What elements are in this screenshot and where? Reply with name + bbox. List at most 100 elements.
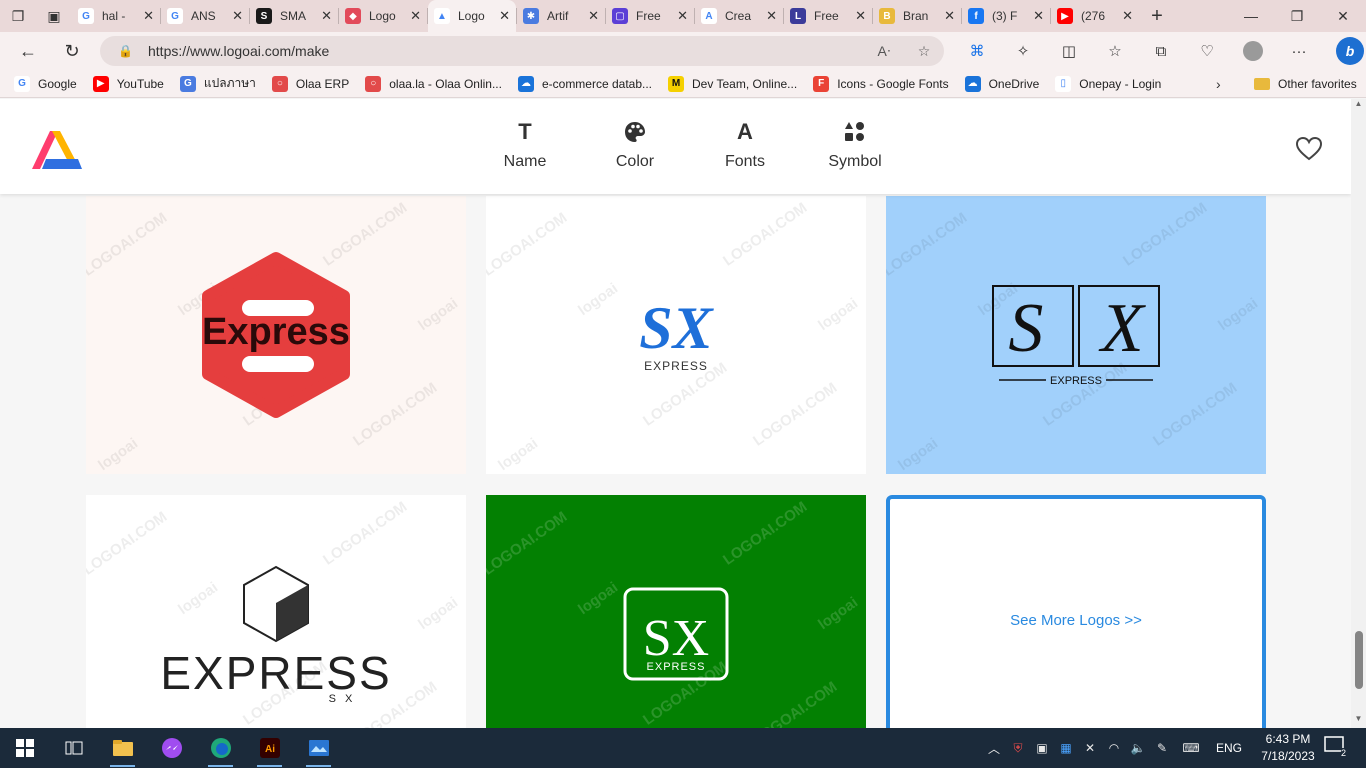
tab-11[interactable]: ▶ (276 ✕ [1051,0,1139,32]
workspaces-icon[interactable]: ❐ [0,0,36,32]
page-scrollbar[interactable]: ▲ ▼ [1351,99,1366,728]
clock[interactable]: 6:43 PM 7/18/2023 [1256,731,1320,765]
favorite-item-6[interactable]: M Dev Team, Online... [668,74,797,93]
tab-3[interactable]: ◆ Logo ✕ [339,0,427,32]
favorite-item-0[interactable]: G Google [14,74,77,93]
see-more-card[interactable]: See More Logos >> [886,495,1266,728]
profile-avatar[interactable] [1243,41,1263,61]
app-tray-icon[interactable]: ▦ [1054,741,1078,755]
close-window-button[interactable]: ✕ [1320,0,1366,32]
wifi-icon[interactable]: ◠ [1102,741,1126,755]
keyboard-icon[interactable]: ⌨ [1174,741,1208,755]
favorite-star-icon[interactable]: ☆ [904,43,944,60]
file-explorer-icon[interactable] [98,728,147,768]
tab-9[interactable]: B Bran ✕ [873,0,961,32]
tab-10[interactable]: f (3) F ✕ [962,0,1050,32]
logoai-logo[interactable] [28,123,84,173]
refresh-button[interactable]: ↻ [50,41,94,62]
camera-icon[interactable]: ▣ [1030,741,1054,755]
tab-1[interactable]: G ANS ✕ [161,0,249,32]
nav-symbol[interactable]: Symbol [800,119,910,171]
favorite-item-1[interactable]: ▶ YouTube [92,74,164,93]
favorite-item-5[interactable]: ☁ e-commerce datab... [517,74,652,93]
volume-icon[interactable]: 🔈 [1126,741,1150,755]
favorite-item-2[interactable]: G แปลภาษา [179,74,256,93]
tab-2[interactable]: S SMA ✕ [250,0,338,32]
logo-site-icon: ◆ [345,8,361,24]
close-tab-icon[interactable]: ✕ [1122,8,1133,24]
nav-color[interactable]: Color [580,119,690,171]
favorite-item-3[interactable]: ○ Olaa ERP [271,74,350,93]
close-tab-icon[interactable]: ✕ [499,8,510,24]
tab-4[interactable]: ▲ Logo ✕ [428,0,516,32]
notification-center-icon[interactable]: 2 [1322,736,1346,760]
logo-card-sx-green[interactable]: LOGOAI.COMlogoaiLOGOAI.COMlogoaiLOGOAI.C… [486,495,866,728]
logo-card-express-hexagon[interactable]: LOGOAI.COMlogoaiLOGOAI.COMlogoaiLOGOAI.C… [86,196,466,474]
tab-actions-icon[interactable]: ▣ [36,0,72,32]
lock-icon[interactable]: 🔒 [118,44,142,58]
logoai-icon: ▲ [434,8,450,24]
close-tab-icon[interactable]: ✕ [677,8,688,24]
extensions-icon[interactable]: ✧ [1000,42,1046,60]
close-tab-icon[interactable]: ✕ [232,8,243,24]
close-tab-icon[interactable]: ✕ [944,8,955,24]
heart-icon[interactable] [1296,137,1322,161]
more-menu-icon[interactable]: ··· [1276,43,1322,60]
ime-icon[interactable]: ✕ [1078,741,1102,755]
messenger-icon[interactable] [147,728,196,768]
address-bar[interactable]: 🔒 https://www.logoai.com/make Aᐧ ☆ [100,36,944,66]
bing-copilot-icon[interactable]: b [1336,37,1364,65]
close-tab-icon[interactable]: ✕ [855,8,866,24]
edge-icon[interactable] [196,728,245,768]
minimize-button[interactable]: — [1228,0,1274,32]
chevron-up-icon[interactable]: ︿ [982,740,1006,757]
task-view-icon[interactable] [49,728,98,768]
illustrator-icon[interactable]: Ai [245,728,294,768]
tab-0[interactable]: Ghal - ✕ [72,0,160,32]
nav-name[interactable]: T Name [470,119,580,171]
scroll-down-arrow-icon[interactable]: ▼ [1351,714,1366,728]
logo-card-sx-boxes[interactable]: LOGOAI.COM logoai LOGOAI.COM logoai LOGOAI.C… [886,196,1266,474]
favorite-label: Olaa ERP [295,76,350,91]
chevron-right-icon[interactable]: › [1216,76,1221,92]
tab-5[interactable]: ✱ Artif ✕ [517,0,605,32]
tab-6[interactable]: ▢ Free ✕ [606,0,694,32]
new-tab-button[interactable]: + [1139,0,1175,32]
tab-label: (276 [1081,9,1106,23]
close-tab-icon[interactable]: ✕ [143,8,154,24]
favorites-icon[interactable]: ☆ [1092,42,1138,60]
windows-start-icon[interactable] [0,728,49,768]
tab-label: ANS [191,9,216,23]
scroll-thumb[interactable] [1355,631,1363,689]
other-favorites[interactable]: Other favorites [1254,70,1357,98]
tab-8[interactable]: L Free ✕ [784,0,872,32]
split-screen-icon[interactable]: ◫ [1046,42,1092,60]
restore-button[interactable]: ❐ [1274,0,1320,32]
collections-icon[interactable]: ⧉ [1138,43,1184,60]
logo-card-sx-brush[interactable]: LOGOAI.COM logoai LOGOAI.COM logoai LOGOAI.C… [486,196,866,474]
performance-icon[interactable]: ♡ [1184,42,1230,60]
close-tab-icon[interactable]: ✕ [321,8,332,24]
shield-icon[interactable]: ⛨ [1006,741,1030,756]
favorite-item-9[interactable]: ▯ Onepay - Login [1055,74,1161,93]
facebook-icon: f [968,8,984,24]
back-button[interactable]: ← [6,41,50,62]
language-indicator[interactable]: ENG [1216,741,1242,755]
favorite-item-8[interactable]: ☁ OneDrive [964,74,1039,93]
pen-icon[interactable]: ✎ [1150,741,1174,755]
logo-card-express-cube[interactable]: LOGOAI.COMlogoaiLOGOAI.COMlogoaiLOGOAI.C… [86,495,466,728]
translate-icon[interactable]: ⌘ [954,42,1000,60]
read-aloud-icon[interactable]: Aᐧ [864,43,904,60]
see-more-link[interactable]: See More Logos >> [1010,612,1142,629]
nav-fonts[interactable]: A Fonts [690,119,800,171]
favorite-item-7[interactable]: F Icons - Google Fonts [813,74,949,93]
url-text[interactable]: https://www.logoai.com/make [148,43,864,59]
close-tab-icon[interactable]: ✕ [1033,8,1044,24]
close-tab-icon[interactable]: ✕ [410,8,421,24]
close-tab-icon[interactable]: ✕ [588,8,599,24]
photo-viewer-icon[interactable] [294,728,343,768]
scroll-up-arrow-icon[interactable]: ▲ [1351,99,1366,113]
favorite-item-4[interactable]: ○ olaa.la - Olaa Onlin... [365,74,502,93]
tab-7[interactable]: A Crea ✕ [695,0,783,32]
close-tab-icon[interactable]: ✕ [766,8,777,24]
